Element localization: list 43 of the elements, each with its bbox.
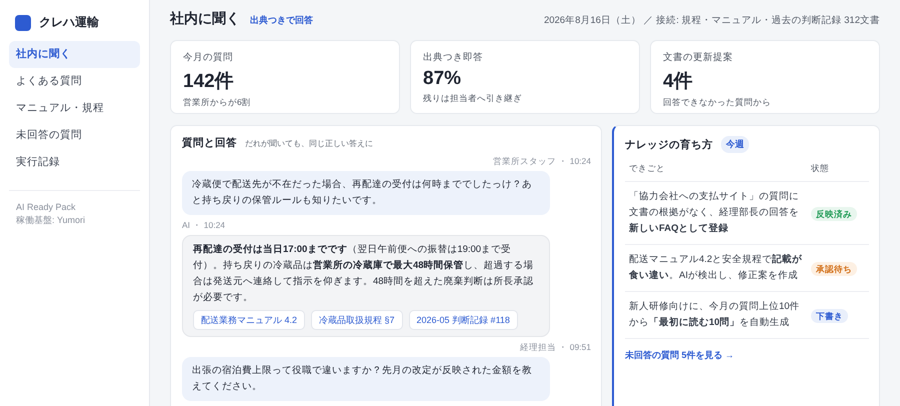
stat-value: 87% [423, 68, 462, 90]
source-link[interactable]: 冷蔵品取扱規程 §7 [311, 310, 403, 330]
stat-note: 営業所からが6割 [183, 97, 252, 109]
column-header: 状態 [811, 163, 830, 175]
sidebar-item[interactable]: よくある質問 [9, 68, 140, 95]
stat-value: 142件 [183, 70, 235, 94]
stat-note: 回答できなかった質問から [663, 97, 772, 109]
message-meta: AI ・ 10:24 [182, 220, 226, 230]
footer-text: AI Ready Pack [16, 201, 77, 214]
sidebar-item[interactable]: 未回答の質問 [9, 122, 140, 149]
logo-icon [15, 14, 31, 30]
panel-subtitle: だれが聞いても、同じ正しい答えに [245, 138, 373, 148]
header-info: 2026年8月16日（土） ／ 接続: 規程・マニュアル・過去の判断記録 312文書 [544, 14, 880, 27]
event-text: 「協力会社への支払サイト」の質問に文書の根拠がなく、経理部長の回答を新しいFAQとして登録 [629, 190, 800, 236]
status-badge: 反映済み [811, 207, 857, 221]
brand-name: クレハ運輸 [39, 14, 99, 31]
source-link[interactable]: 配送業務マニュアル 4.2 [193, 310, 306, 330]
panel-title: ナレッジの育ち方 [625, 138, 713, 152]
panel-title: 質問と回答 [182, 136, 237, 150]
week-badge: 今週 [721, 136, 749, 153]
stat-label: 今月の質問 [183, 51, 234, 64]
stat-label: 出典つき即答 [423, 51, 484, 64]
message-meta: 経理担当 ・ 09:51 [520, 342, 591, 352]
sidebar-item[interactable]: マニュアル・規程 [9, 95, 140, 122]
status-badge: 承認待ち [811, 262, 857, 276]
footer-text: 稼働基盤: Yumori [16, 214, 86, 227]
stat-value: 4件 [663, 70, 694, 94]
question-bubble: 冷蔵便で配送先が不在だった場合、再配達の受付は何時まででしたっけ？あと持ち戻りの保管ルールも知りたいです。 [182, 171, 550, 215]
sidebar-item[interactable]: 社内に聞く [9, 41, 140, 68]
event-text: 新人研修向けに、今月の質問上位10件から「最初に読む10問」を自動生成 [629, 300, 801, 330]
page-subtitle: 出典つきで回答 [250, 14, 313, 27]
answer-text: 再配達の受付は当日17:00までです（翌日午前便への振替は19:00まで受付）。持ち戻りの冷蔵品は営業所の冷蔵庫で最大48時間保管し、超過する場合は発送元へ連絡して指示を仰ぎます。48時間を超えた廃棄判断は所長承認が必要です。 [193, 242, 535, 305]
page-title: 社内に聞く [170, 10, 240, 28]
unanswered-link[interactable]: 未回答の質問 5件を見る → [625, 349, 734, 362]
message-meta: 営業所スタッフ ・ 10:24 [493, 156, 591, 166]
source-link[interactable]: 2026-05 判断記録 #118 [408, 310, 518, 330]
stat-note: 残りは担当者へ引き継ぎ [423, 93, 523, 105]
column-header: できごと [629, 163, 666, 175]
event-text: 配送マニュアル4.2と安全規程で記載が食い違い。AIが検出し、修正案を作成 [629, 253, 804, 283]
stat-label: 文書の更新提案 [663, 51, 734, 64]
question-bubble: 出張の宿泊費上限って役職で違いますか？先月の改定が反映された金額を教えてください。 [182, 357, 550, 401]
sidebar-item[interactable]: 実行記録 [9, 149, 140, 176]
status-badge: 下書き [811, 309, 848, 323]
